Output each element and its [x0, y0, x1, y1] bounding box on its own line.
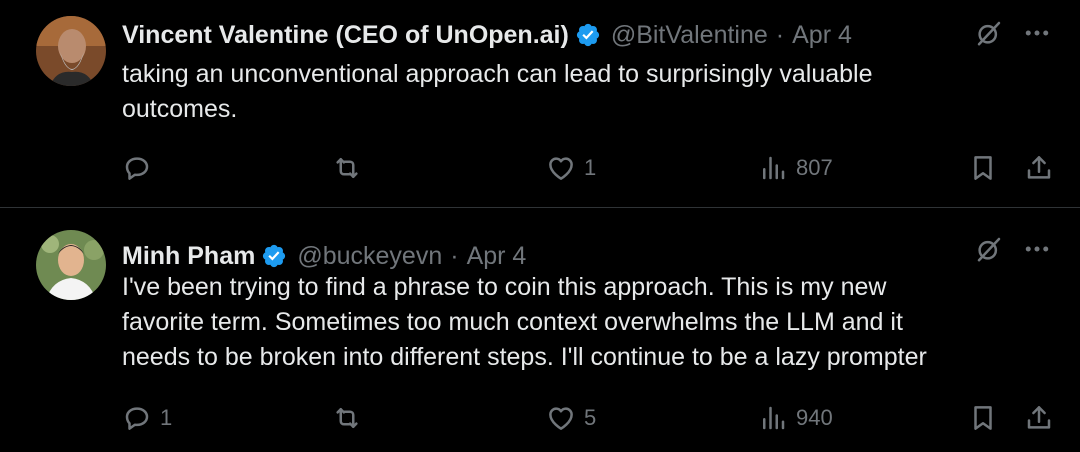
tweet-text-line: I've been trying to find a phrase to coi…: [122, 273, 887, 301]
like-icon: [549, 407, 573, 430]
author-name[interactable]: Minh Pham: [122, 242, 255, 271]
tweet-date[interactable]: Apr 4: [467, 242, 527, 271]
tweet-date[interactable]: Apr 4: [792, 21, 852, 50]
retweet-icon: [336, 408, 358, 428]
tweet-text-line: outcomes.: [122, 95, 238, 123]
tweet-text-line: taking an unconventional approach can le…: [122, 60, 873, 88]
verified-badge-icon: [576, 23, 599, 47]
retweet-button[interactable]: [332, 148, 370, 188]
tweet-top-actions: [974, 234, 1052, 264]
share-button[interactable]: [1024, 398, 1054, 438]
grok-icon[interactable]: [974, 234, 1004, 264]
author-handle[interactable]: @buckeyevn: [297, 242, 442, 271]
tweet-text: I've been trying to find a phrase to coi…: [122, 270, 1022, 375]
views-count: 940: [796, 405, 833, 430]
like-icon: [549, 157, 573, 180]
retweet-button[interactable]: [332, 398, 370, 438]
tweet-text-line: needs to be broken into different steps.…: [122, 343, 927, 371]
reply-count: 1: [160, 405, 173, 430]
like-button[interactable]: 5: [546, 398, 596, 438]
like-count: 5: [584, 405, 597, 430]
verified-badge-icon: [263, 244, 286, 268]
more-icon[interactable]: [1022, 18, 1052, 48]
separator: ·: [775, 20, 785, 49]
retweet-icon: [336, 158, 358, 178]
bookmark-button[interactable]: [968, 148, 998, 188]
avatar[interactable]: [36, 16, 106, 86]
more-icon[interactable]: [1022, 234, 1052, 264]
bookmark-icon: [974, 156, 992, 180]
views-count: 807: [796, 155, 833, 180]
tweet[interactable]: Minh Pham @buckeyevn · Apr 4 I've been t…: [0, 208, 1080, 452]
tweet-actions: 1 807: [122, 148, 1054, 188]
tweet-text: taking an unconventional approach can le…: [122, 57, 1022, 127]
reply-button[interactable]: 1: [122, 398, 172, 438]
separator: ·: [450, 241, 459, 270]
tweet-top-actions: [974, 18, 1052, 48]
views-icon: [763, 156, 785, 180]
tweet-text-line: favorite term. Sometimes too much contex…: [122, 308, 903, 336]
author-handle[interactable]: @BitValentine: [611, 21, 768, 50]
grok-icon[interactable]: [974, 18, 1004, 48]
bookmark-button[interactable]: [968, 398, 998, 438]
share-icon: [1027, 406, 1051, 429]
avatar[interactable]: [36, 230, 106, 300]
share-button[interactable]: [1024, 148, 1054, 188]
views-button[interactable]: 940: [758, 398, 833, 438]
bookmark-icon: [974, 406, 992, 430]
like-button[interactable]: 1: [546, 148, 596, 188]
tweet-actions: 1 5 940: [122, 398, 1054, 438]
reply-icon: [125, 407, 149, 430]
like-count: 1: [584, 155, 597, 180]
tweet-header: Vincent Valentine (CEO of UnOpen.ai) @Bi…: [122, 16, 852, 54]
reply-icon: [125, 157, 149, 180]
views-button[interactable]: 807: [758, 148, 833, 188]
views-icon: [763, 406, 785, 430]
tweet[interactable]: Vincent Valentine (CEO of UnOpen.ai) @Bi…: [0, 0, 1080, 208]
author-name[interactable]: Vincent Valentine (CEO of UnOpen.ai): [122, 21, 569, 50]
reply-button[interactable]: [122, 148, 160, 188]
share-icon: [1027, 156, 1051, 179]
